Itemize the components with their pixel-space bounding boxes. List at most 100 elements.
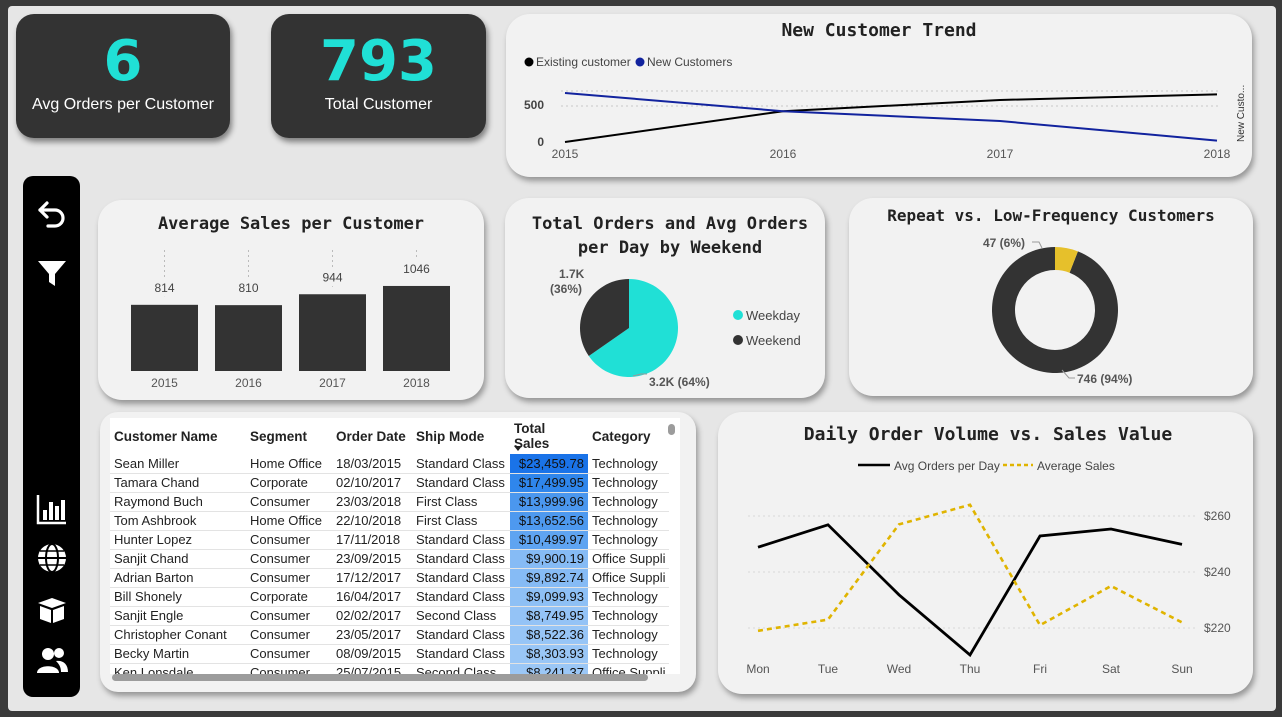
x-tick-label: 2018 — [403, 376, 430, 390]
y-tick-label: $260 — [1204, 509, 1231, 523]
col-header-segment[interactable]: Segment — [246, 418, 332, 454]
cell-order-date: 16/04/2017 — [332, 587, 412, 607]
repeat-donut-chart: 47 (6%) 746 (94%) — [983, 236, 1132, 386]
col-header-ship-mode[interactable]: Ship Mode — [412, 418, 510, 454]
cell-total-sales: $9,892.74 — [510, 568, 588, 588]
x-tick-label: Sat — [1102, 662, 1121, 676]
legend-existing: Existing customer — [536, 55, 631, 69]
cell-category: Office Suppli — [588, 568, 670, 588]
legend-orders[interactable]: Avg Orders per Day — [894, 459, 1000, 473]
cell-ship-mode: Standard Class — [412, 473, 510, 493]
col-header-customer-name[interactable]: Customer Name — [110, 418, 246, 454]
horizontal-scrollbar[interactable] — [112, 674, 648, 681]
cell-order-date: 23/09/2015 — [332, 549, 412, 569]
legend-weekday[interactable]: Weekday — [746, 308, 800, 323]
table-row[interactable]: Adrian Barton Consumer 17/12/2017 Standard … — [110, 568, 670, 588]
cell-category: Technology — [588, 530, 670, 550]
cell-order-date: 17/12/2017 — [332, 568, 412, 588]
users-icon[interactable] — [35, 643, 69, 677]
table-row[interactable]: Sanjit Engle Consumer 02/02/2017 Second Cla… — [110, 606, 670, 626]
globe-icon[interactable] — [35, 541, 69, 575]
new-customer-trend-card[interactable]: New Customer Trend Existing customer New… — [506, 14, 1252, 177]
kpi-total-customer-card[interactable]: 793 Total Customer — [271, 14, 486, 138]
cell-order-date: 02/10/2017 — [332, 473, 412, 493]
avg-orders-line[interactable] — [757, 523, 1183, 658]
col-header-order-date[interactable]: Order Date — [332, 418, 412, 454]
filter-icon[interactable] — [35, 256, 69, 290]
x-tick-label: 2015 — [151, 376, 178, 390]
label-leader-line — [1032, 241, 1043, 249]
cell-total-sales: $10,499.97 — [510, 530, 588, 550]
cell-segment: Home Office — [246, 511, 332, 531]
avg-sales-card[interactable]: Average Sales per Customer 814 2015 810 201… — [98, 200, 484, 400]
table-row[interactable]: Sanjit Chand Consumer 23/09/2015 Standard C… — [110, 549, 670, 569]
table-row[interactable]: Christopher Conant Consumer 23/05/2017 Stan… — [110, 625, 670, 645]
y-tick-label: 0 — [537, 135, 544, 149]
daily-orders-chart: Avg Orders per Day Average Sales $260 $2… — [746, 459, 1231, 676]
cell-ship-mode: Standard Class — [412, 549, 510, 569]
x-tick-label: 2016 — [235, 376, 262, 390]
avg-sales-line[interactable] — [757, 503, 1183, 633]
trend-chart: Existing customer New Customers 500 0 20… — [524, 55, 1247, 161]
cell-customer-name: Ken Lonsdale — [110, 663, 246, 674]
bar[interactable] — [299, 294, 366, 371]
cell-total-sales: $13,999.96 — [510, 492, 588, 512]
col-header-category[interactable]: Category — [588, 418, 669, 454]
cell-segment: Home Office — [246, 454, 332, 474]
large-slice-label: 746 (94%) — [1077, 372, 1132, 386]
kpi-value: 793 — [320, 29, 437, 94]
legend-marker-weekday — [733, 310, 743, 320]
x-tick-label: Mon — [746, 662, 769, 676]
cell-customer-name: Bill Shonely — [110, 587, 246, 607]
cell-total-sales: $8,241.37 — [510, 663, 588, 674]
bar[interactable] — [131, 304, 198, 371]
vertical-scrollbar[interactable] — [668, 424, 675, 435]
bar[interactable] — [215, 305, 282, 371]
weekend-data-label-pct: (36%) — [550, 282, 582, 296]
new-customers-line[interactable] — [564, 92, 1218, 142]
cell-segment: Consumer — [246, 663, 332, 674]
y-tick-label: 500 — [524, 98, 544, 112]
weekend-orders-card[interactable]: Total Orders and Avg Orders per Day by W… — [505, 198, 825, 398]
table-row[interactable]: Hunter Lopez Consumer 17/11/2018 Standard C… — [110, 530, 670, 550]
daily-orders-card[interactable]: Daily Order Volume vs. Sales Value Avg O… — [718, 412, 1253, 694]
bar-chart-icon[interactable] — [35, 492, 69, 526]
table-row[interactable]: Ken Lonsdale Consumer 25/07/2015 Second Cla… — [110, 663, 670, 674]
cell-order-date: 25/07/2015 — [332, 663, 412, 674]
legend-sales[interactable]: Average Sales — [1037, 459, 1115, 473]
cell-segment: Corporate — [246, 473, 332, 493]
kpi-label: Avg Orders per Customer — [32, 96, 214, 113]
table-row[interactable]: Sean Miller Home Office 18/03/2015 Standard… — [110, 454, 670, 474]
table-container[interactable]: Customer Name Segment Order Date Ship Mo… — [110, 418, 680, 674]
customer-table-card[interactable]: Customer Name Segment Order Date Ship Mo… — [100, 412, 696, 692]
cell-total-sales: $8,303.93 — [510, 644, 588, 664]
legend-weekend[interactable]: Weekend — [746, 333, 801, 348]
back-arrow-icon[interactable] — [35, 196, 69, 230]
cell-category: Technology — [588, 473, 670, 493]
cell-total-sales: $17,499.95 — [510, 473, 588, 493]
legend-marker-weekend — [733, 335, 743, 345]
x-tick-label: Fri — [1033, 662, 1047, 676]
table-row[interactable]: Bill Shonely Corporate 16/04/2017 Standard … — [110, 587, 670, 607]
cell-category: Office Suppli — [588, 663, 670, 674]
cell-total-sales: $9,099.93 — [510, 587, 588, 607]
table-header-row: Customer Name Segment Order Date Ship Mo… — [110, 418, 669, 454]
table-row[interactable]: Tom Ashbrook Home Office 22/10/2018 First C… — [110, 511, 670, 531]
table-row[interactable]: Tamara Chand Corporate 02/10/2017 Standard … — [110, 473, 670, 493]
repeat-customers-card[interactable]: Repeat vs. Low-Frequency Customers 47 (6… — [849, 198, 1253, 396]
bar-data-label: 810 — [238, 281, 258, 295]
cell-order-date: 17/11/2018 — [332, 530, 412, 550]
weekend-pie-chart: 1.7K (36%) 3.2K (64%) Weekday Weekend — [550, 267, 801, 389]
cell-segment: Consumer — [246, 530, 332, 550]
cell-order-date: 23/03/2018 — [332, 492, 412, 512]
table-row[interactable]: Raymond Buch Consumer 23/03/2018 First Clas… — [110, 492, 670, 512]
table-row[interactable]: Becky Martin Consumer 08/09/2015 Standard C… — [110, 644, 670, 664]
kpi-value: 6 — [103, 29, 143, 94]
col-header-total-sales[interactable]: Total Sales — [510, 418, 588, 454]
cell-category: Technology — [588, 587, 670, 607]
cell-segment: Consumer — [246, 606, 332, 626]
bar[interactable] — [383, 285, 450, 371]
box-icon[interactable] — [35, 593, 69, 627]
kpi-avg-orders-card[interactable]: 6 Avg Orders per Customer — [16, 14, 230, 138]
x-tick-label: Sun — [1171, 662, 1192, 676]
